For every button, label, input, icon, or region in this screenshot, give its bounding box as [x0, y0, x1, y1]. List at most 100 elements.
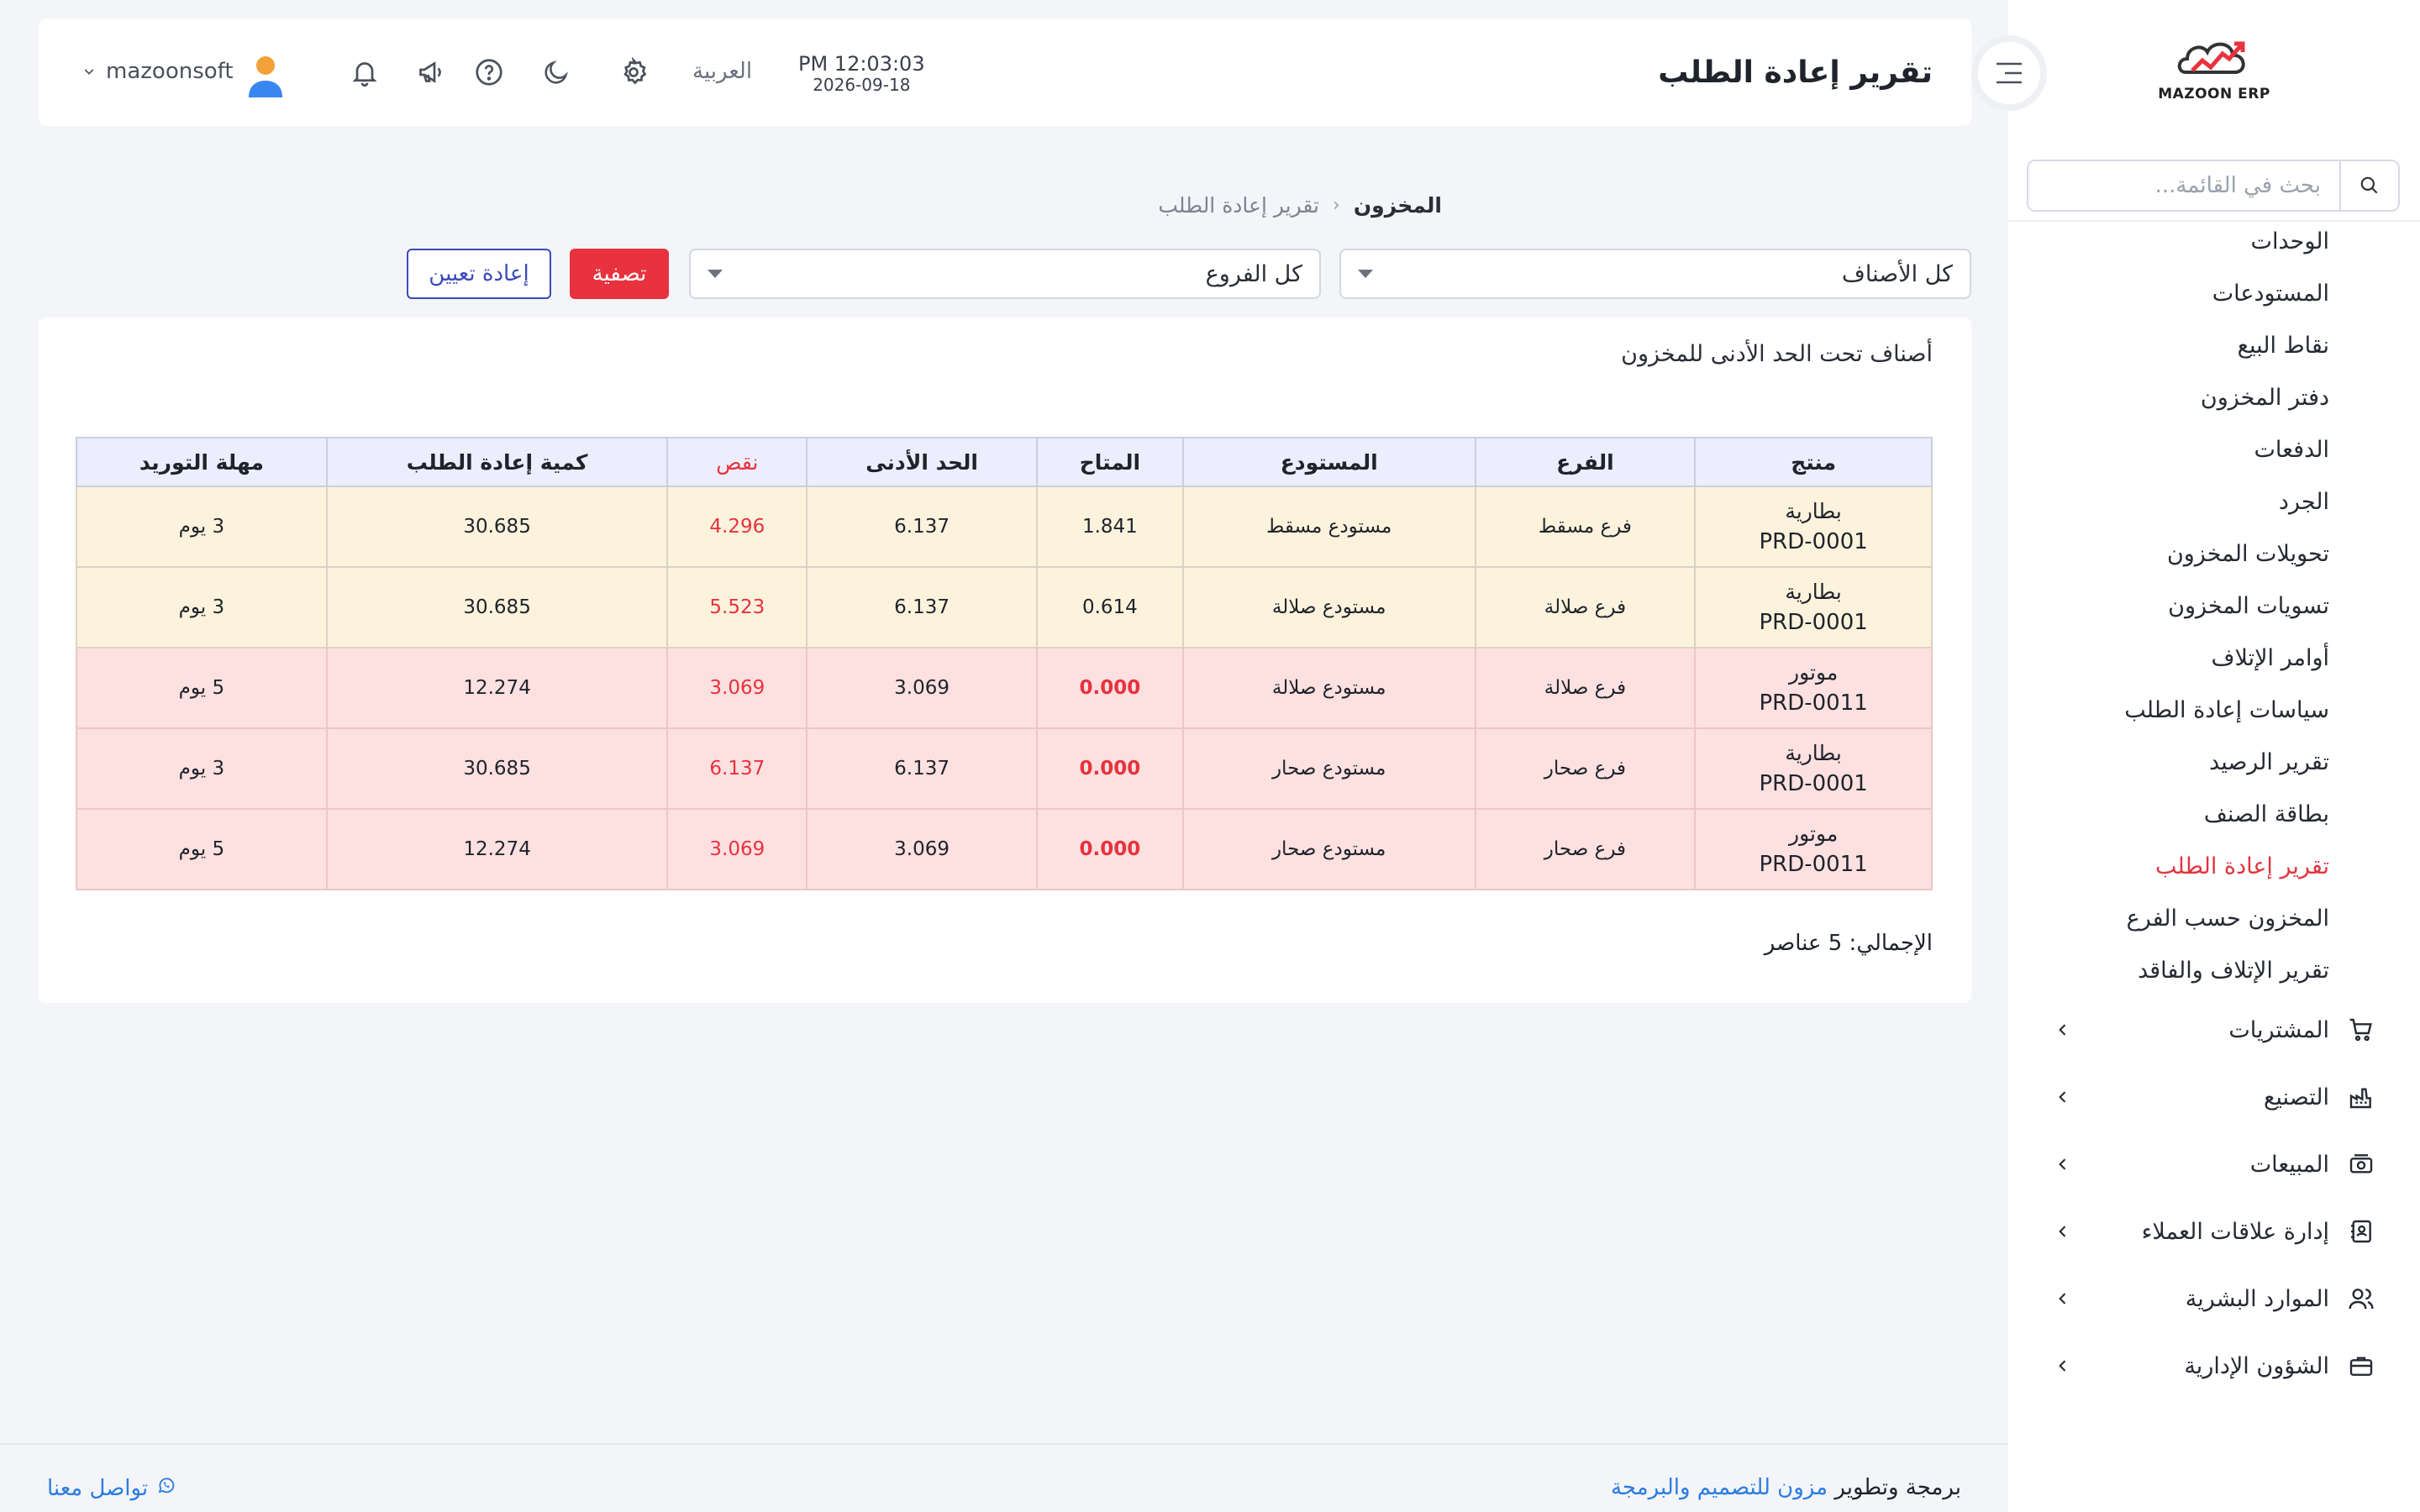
available-cell: 0.000	[1035, 808, 1184, 890]
language-switch[interactable]: العربية	[692, 59, 752, 84]
product-cell: بطارية PRD-0001	[1694, 566, 1933, 648]
sidebar-item-label: تقرير الرصيد	[2209, 748, 2329, 775]
lead-time-cell: 3 يوم	[76, 486, 328, 568]
breadcrumb-root[interactable]: المخزون	[1354, 193, 1442, 218]
sidebar-search	[2027, 160, 2400, 212]
sidebar-item-label: تقرير إعادة الطلب	[2155, 853, 2329, 879]
product-name: موتور	[1789, 660, 1839, 685]
sidebar-module-crm[interactable]: إدارة علاقات العملاء	[2008, 1198, 2420, 1265]
warehouse-cell: مستودع صحار	[1181, 808, 1476, 890]
sidebar-module-purchases[interactable]: المشتريات	[2008, 996, 2420, 1063]
sidebar-item-item-card[interactable]: بطاقة الصنف	[2008, 788, 2420, 840]
clock-time: PM 12:03:03	[798, 52, 925, 76]
minimum-cell: 3.069	[806, 647, 1038, 729]
chevron-left-icon	[2050, 1286, 2075, 1311]
warehouse-cell: مستودع صلالة	[1181, 647, 1476, 729]
minimum-cell: 6.137	[806, 486, 1038, 568]
column-header: الحد الأدنى	[806, 437, 1038, 487]
sidebar-module-admin[interactable]: الشؤون الإدارية	[2008, 1332, 2420, 1399]
chevron-left-icon	[2050, 1353, 2075, 1378]
sidebar-module-hr[interactable]: الموارد البشرية	[2008, 1265, 2420, 1332]
footer: برمجة وتطوير مزون للتصميم والبرمجة تواصل…	[0, 1443, 2008, 1512]
sidebar-item-label: المستودعات	[2212, 280, 2329, 307]
search-icon[interactable]	[2339, 161, 2398, 210]
footer-company-link[interactable]: مزون للتصميم والبرمجة	[1611, 1475, 1828, 1500]
sidebar-item-label: تسويات المخزون	[2168, 592, 2329, 619]
chevron-left-icon	[2050, 1219, 2075, 1244]
sidebar-module-label: المبيعات	[2249, 1151, 2329, 1178]
sidebar-item-stock-transfers[interactable]: تحويلات المخزون	[2008, 528, 2420, 580]
available-cell: 1.841	[1035, 486, 1184, 568]
shortage-cell: 3.069	[666, 647, 808, 729]
sidebar-module-label: الشؤون الإدارية	[2184, 1352, 2329, 1379]
factory-icon	[2344, 1080, 2378, 1114]
warehouse-cell: مستودع مسقط	[1181, 486, 1476, 568]
product-cell: موتور PRD-0011	[1694, 647, 1933, 729]
sidebar: MAZOON ERP الوحدات المستودعات نقاط البيع…	[2008, 0, 2420, 1512]
bell-icon[interactable]	[346, 54, 383, 91]
chevron-down-icon	[82, 59, 96, 84]
sidebar-item-units[interactable]: الوحدات	[2008, 215, 2420, 267]
shortage-cell: 5.523	[666, 566, 808, 648]
sidebar-item-stock-by-branch[interactable]: المخزون حسب الفرع	[2008, 892, 2420, 944]
sidebar-item-disposal-orders[interactable]: أوامر الإتلاف	[2008, 632, 2420, 684]
user-menu[interactable]: mazoonsoft	[82, 59, 234, 84]
sidebar-module-sales[interactable]: المبيعات	[2008, 1131, 2420, 1198]
minimum-cell: 3.069	[806, 808, 1038, 890]
sidebar-item-stocktake[interactable]: الجرد	[2008, 475, 2420, 528]
product-cell: بطارية PRD-0001	[1694, 727, 1933, 810]
product-code: PRD-0011	[1759, 852, 1868, 877]
sidebar-item-batches[interactable]: الدفعات	[2008, 423, 2420, 475]
category-select[interactable]: كل الأصناف	[1339, 249, 1971, 299]
reorder-qty-cell: 12.274	[325, 808, 669, 890]
sidebar-item-pos[interactable]: نقاط البيع	[2008, 319, 2420, 371]
sidebar-toggle-button[interactable]	[1971, 35, 2047, 111]
category-select-value: كل الأصناف	[1841, 260, 1953, 287]
help-icon[interactable]	[471, 54, 508, 91]
sidebar-item-disposal-loss-report[interactable]: تقرير الإتلاف والفاقد	[2008, 944, 2420, 996]
warehouse-cell: مستودع صلالة	[1181, 566, 1476, 648]
branch-select[interactable]: كل الفروع	[689, 249, 1321, 299]
chevron-left-icon	[2050, 1084, 2075, 1110]
product-code: PRD-0011	[1759, 690, 1868, 716]
sidebar-item-label: المخزون حسب الفرع	[2126, 905, 2329, 932]
sidebar-item-stock-adjustments[interactable]: تسويات المخزون	[2008, 580, 2420, 632]
sidebar-item-label: الدفعات	[2254, 436, 2329, 463]
username: mazoonsoft	[106, 59, 234, 84]
available-cell: 0.614	[1035, 566, 1184, 648]
report-card: أصناف تحت الحد الأدنى للمخزون منتج الفرع…	[39, 318, 1971, 1003]
sidebar-item-label: تقرير الإتلاف والفاقد	[2138, 957, 2329, 984]
moon-icon[interactable]	[538, 54, 575, 91]
sidebar-item-reorder-report[interactable]: تقرير إعادة الطلب	[2008, 840, 2420, 892]
avatar[interactable]	[245, 54, 286, 97]
column-header: مهلة التوريد	[76, 437, 328, 487]
contacts-book-icon	[2344, 1215, 2378, 1248]
breadcrumb: المخزون ‹ تقرير إعادة الطلب	[1158, 193, 1442, 218]
table-row: موتور PRD-0011 فرع صحار مستودع صحار 0.000…	[76, 808, 1933, 890]
branch-cell: فرع صلالة	[1474, 647, 1697, 729]
contact-us-link[interactable]: تواصل معنا	[47, 1475, 176, 1501]
lead-time-cell: 3 يوم	[76, 727, 328, 810]
sidebar-item-stock-ledger[interactable]: دفتر المخزون	[2008, 371, 2420, 423]
branch-cell: فرع مسقط	[1474, 486, 1697, 568]
branch-cell: فرع صحار	[1474, 808, 1697, 890]
gear-icon[interactable]	[615, 54, 652, 91]
product-name: بطارية	[1785, 499, 1842, 523]
app-logo[interactable]: MAZOON ERP	[2008, 34, 2420, 118]
sidebar-module-manufacturing[interactable]: التصنيع	[2008, 1063, 2420, 1131]
table-row: بطارية PRD-0001 فرع صلالة مستودع صلالة 0.…	[76, 566, 1933, 648]
sidebar-item-reorder-policies[interactable]: سياسات إعادة الطلب	[2008, 684, 2420, 736]
sidebar-item-warehouses[interactable]: المستودعات	[2008, 267, 2420, 319]
sidebar-item-balance-report[interactable]: تقرير الرصيد	[2008, 736, 2420, 788]
sidebar-item-label: دفتر المخزون	[2200, 384, 2329, 411]
product-name: بطارية	[1785, 580, 1842, 604]
megaphone-icon[interactable]	[413, 54, 450, 91]
table-row: بطارية PRD-0001 فرع مسقط مستودع مسقط 1.84…	[76, 486, 1933, 568]
reset-button[interactable]: إعادة تعيين	[407, 249, 551, 299]
table-header-row: منتج الفرع المستودع المتاح الحد الأدنى ن…	[76, 437, 1933, 487]
sidebar-search-input[interactable]	[2028, 161, 2339, 210]
product-cell: بطارية PRD-0001	[1694, 486, 1933, 568]
filter-button[interactable]: تصفية	[570, 249, 669, 299]
available-cell: 0.000	[1035, 727, 1184, 810]
product-code: PRD-0001	[1759, 771, 1868, 796]
